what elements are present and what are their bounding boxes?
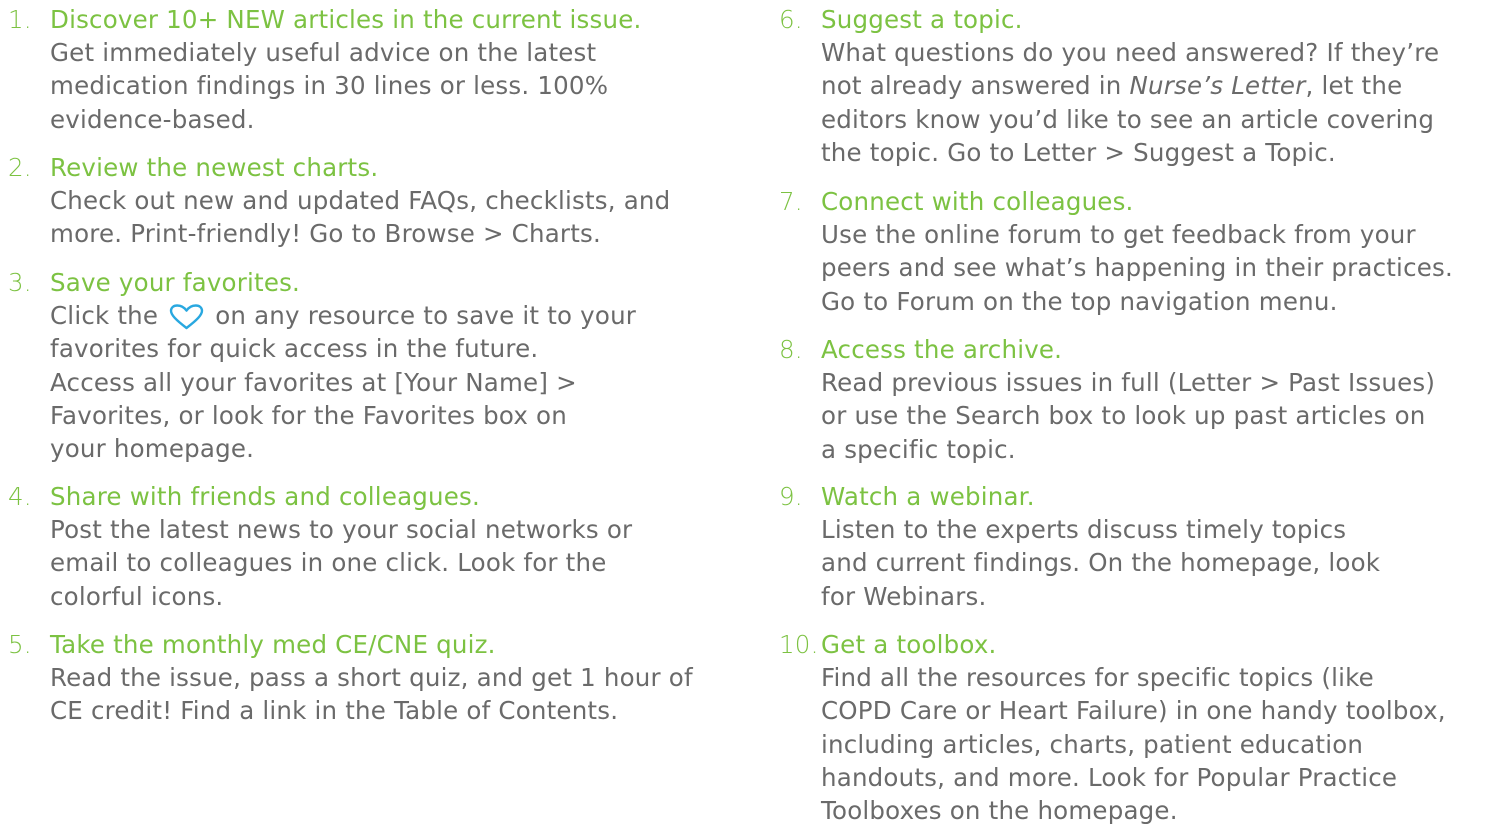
- heart-icon: [169, 304, 204, 330]
- item-body-line-with-italic: not already answered in Nurse’s Letter, …: [821, 69, 1507, 102]
- item-body-line: favorites for quick access in the future…: [50, 334, 539, 364]
- item-body-line: Go to Forum on the top navigation menu.: [821, 286, 1338, 316]
- item-body-line: Find all the resources for specific topi…: [821, 663, 1374, 693]
- item-number: 2.: [8, 153, 32, 182]
- item-heading: Review the newest charts.: [50, 153, 379, 182]
- item-body-line: email to colleagues in one click. Look f…: [50, 548, 607, 578]
- item-heading: Take the monthly med CE/CNE quiz.: [50, 630, 496, 659]
- list-item-8: 8. Access the archive. Read previous iss…: [779, 333, 1507, 466]
- item-body-line: more. Print-friendly! Go to Browse > Cha…: [50, 219, 601, 249]
- item-body-line: Use the online forum to get feedback fro…: [821, 220, 1416, 250]
- item-number: 8.: [779, 335, 803, 364]
- item-body-line: colorful icons.: [50, 581, 224, 611]
- publication-title: Nurse’s Letter: [1129, 71, 1306, 101]
- list-item-4: 4. Share with friends and colleagues. Po…: [8, 480, 748, 613]
- list-item-6: 6. Suggest a topic. What questions do yo…: [779, 3, 1507, 169]
- item-body-line: Read the issue, pass a short quiz, and g…: [50, 663, 693, 693]
- item-number: 3.: [8, 268, 32, 297]
- item-body-text: not already answered in: [821, 71, 1130, 101]
- item-body-line: evidence-based.: [50, 104, 255, 134]
- list-item-7: 7. Connect with colleagues. Use the onli…: [779, 185, 1507, 318]
- item-body-line: Get immediately useful advice on the lat…: [50, 38, 597, 68]
- item-heading: Suggest a topic.: [821, 5, 1023, 34]
- item-body-line: Access all your favorites at [Your Name]…: [50, 367, 577, 397]
- item-body-line: handouts, and more. Look for Popular Pra…: [821, 762, 1398, 792]
- item-body-line: including articles, charts, patient educ…: [821, 729, 1364, 759]
- item-number: 5.: [8, 630, 32, 659]
- item-number: 6.: [779, 5, 803, 34]
- list-item-3: 3. Save your favorites. Click the on any…: [8, 266, 748, 465]
- item-heading: Share with friends and colleagues.: [50, 482, 481, 511]
- item-body-line: peers and see what’s happening in their …: [821, 253, 1453, 283]
- item-body-line: COPD Care or Heart Failure) in one handy…: [821, 696, 1446, 726]
- item-number: 10.: [779, 630, 819, 659]
- item-body-line: CE credit! Find a link in the Table of C…: [50, 696, 619, 726]
- item-body-line: for Webinars.: [821, 581, 987, 611]
- item-number: 7.: [779, 187, 803, 216]
- item-heading: Save your favorites.: [50, 268, 301, 297]
- item-number: 4.: [8, 482, 32, 511]
- item-body-line: Toolboxes on the homepage.: [821, 796, 1178, 826]
- item-body-line: Read previous issues in full (Letter > P…: [821, 368, 1436, 398]
- item-number: 9.: [779, 482, 803, 511]
- item-heading: Discover 10+ NEW articles in the current…: [50, 5, 642, 34]
- item-body-line: Check out new and updated FAQs, checklis…: [50, 186, 671, 216]
- item-body-line: Favorites, or look for the Favorites box…: [50, 400, 567, 430]
- item-heading: Watch a webinar.: [821, 482, 1035, 511]
- item-body-line: medication findings in 30 lines or less.…: [50, 71, 609, 101]
- item-body-line: What questions do you need answered? If …: [821, 38, 1440, 68]
- item-body-line: your homepage.: [50, 434, 255, 464]
- list-item-1: 1. Discover 10+ NEW articles in the curr…: [8, 3, 748, 136]
- item-body-line: Post the latest news to your social netw…: [50, 515, 633, 545]
- item-heading: Get a toolbox.: [821, 630, 997, 659]
- item-heading: Connect with colleagues.: [821, 187, 1134, 216]
- item-body-text: Click the: [50, 301, 159, 331]
- item-body-line-with-icon: Click the on any resource to save it to …: [50, 299, 748, 332]
- item-heading: Access the archive.: [821, 335, 1063, 364]
- list-item-10: 10. Get a toolbox. Find all the resource…: [779, 628, 1507, 827]
- list-item-9: 9. Watch a webinar. Listen to the expert…: [779, 480, 1507, 613]
- list-item-2: 2. Review the newest charts. Check out n…: [8, 151, 748, 251]
- item-body-line: Listen to the experts discuss timely top…: [821, 515, 1347, 545]
- item-body-text: , let the: [1305, 71, 1403, 101]
- item-body-line: or use the Search box to look up past ar…: [821, 401, 1426, 431]
- item-body-line: and current findings. On the homepage, l…: [821, 548, 1381, 578]
- item-body-text: on any resource to save it to your: [215, 301, 637, 331]
- item-body-line: a specific topic.: [821, 434, 1016, 464]
- item-body-line: editors know you’d like to see an articl…: [821, 104, 1435, 134]
- item-body-line: the topic. Go to Letter > Suggest a Topi…: [821, 137, 1336, 167]
- item-number: 1.: [8, 5, 32, 34]
- list-item-5: 5. Take the monthly med CE/CNE quiz. Rea…: [8, 628, 748, 728]
